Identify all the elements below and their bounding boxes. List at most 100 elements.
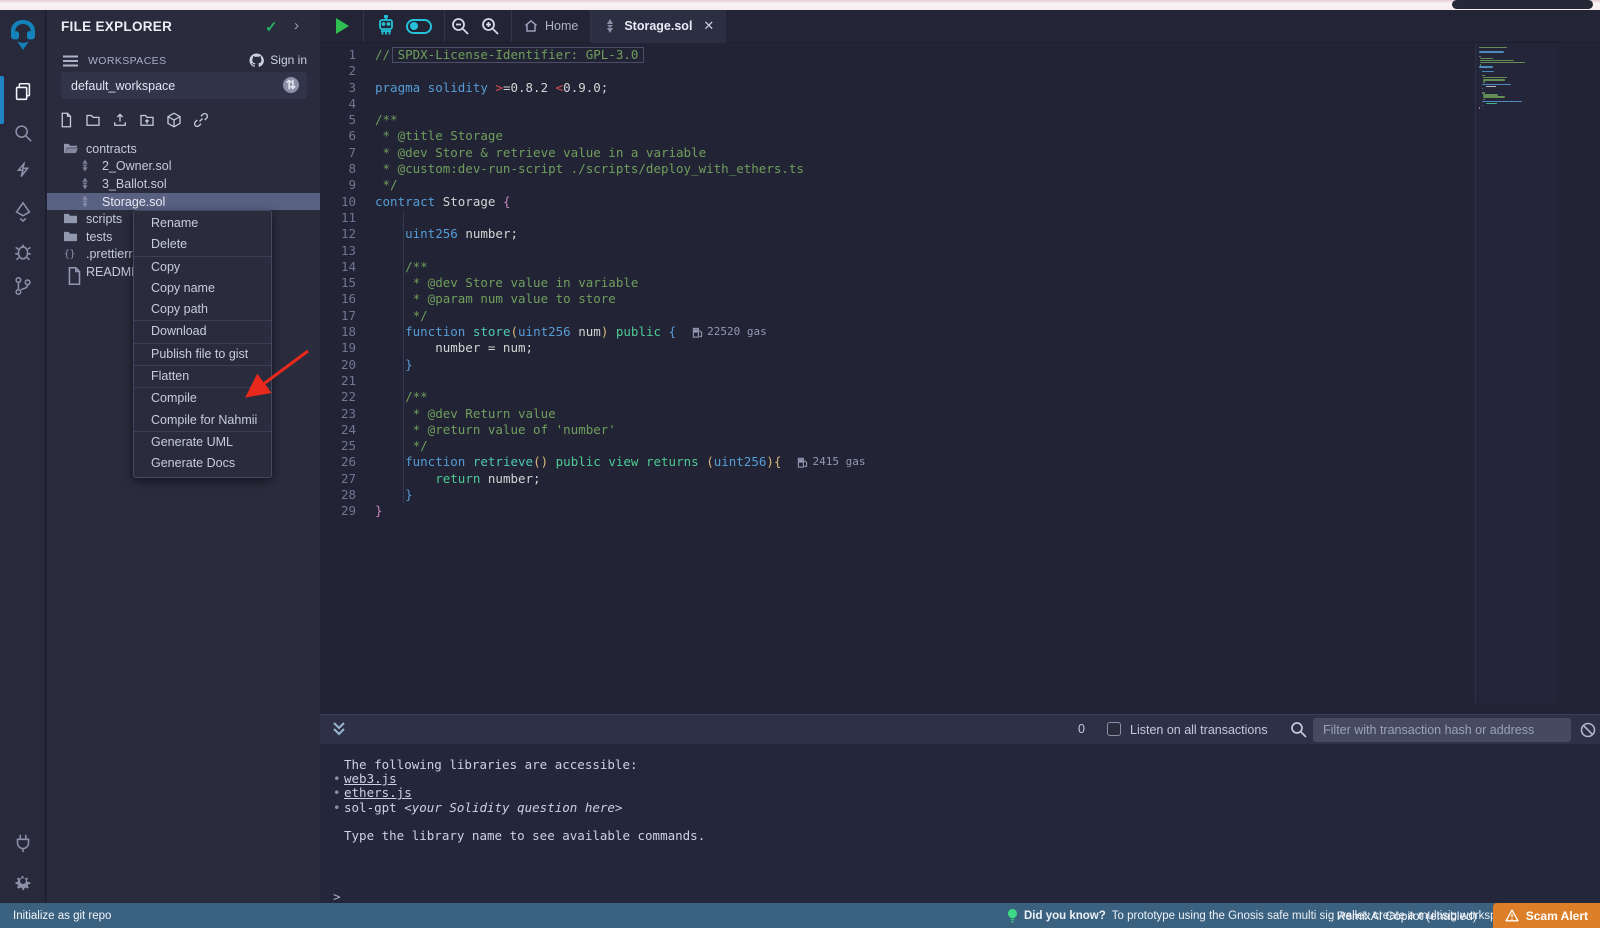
terminal-line: The following libraries are accessible: bbox=[333, 758, 1600, 772]
code-line-20: 20 } bbox=[320, 357, 1600, 373]
new-folder-icon[interactable] bbox=[84, 111, 102, 129]
rail-file-explorer-icon[interactable] bbox=[0, 76, 46, 108]
editor-minimap[interactable] bbox=[1475, 43, 1557, 703]
context-menu-generate-uml[interactable]: Generate UML bbox=[134, 432, 271, 453]
context-menu-delete[interactable]: Delete bbox=[134, 234, 271, 255]
line-number: 1 bbox=[320, 47, 375, 63]
copilot-status[interactable]: RemixAI Copilot (enabled) bbox=[1337, 909, 1477, 923]
sign-in-button[interactable]: Sign in bbox=[249, 53, 307, 67]
workspaces-label: WORKSPACES bbox=[88, 55, 166, 67]
code-line-15: 15 * @dev Store value in variable bbox=[320, 275, 1600, 291]
line-number: 16 bbox=[320, 291, 375, 307]
terminal-search-icon[interactable] bbox=[1290, 721, 1307, 738]
line-number: 15 bbox=[320, 275, 375, 291]
check-icon[interactable]: ✓ bbox=[265, 18, 278, 36]
tree-item-3-ballot-sol[interactable]: 3_Ballot.sol bbox=[47, 175, 320, 193]
code-line-27: 27 return number; bbox=[320, 471, 1600, 487]
new-file-icon[interactable] bbox=[57, 111, 75, 129]
code-line-28: 28 } bbox=[320, 487, 1600, 503]
context-menu-flatten[interactable]: Flatten bbox=[134, 366, 271, 387]
code-line-26: 26 function retrieve() public view retur… bbox=[320, 454, 1600, 470]
context-menu-compile[interactable]: Compile bbox=[134, 388, 271, 409]
zoom-out-icon[interactable] bbox=[450, 16, 470, 36]
remix-ai-robot-icon[interactable] bbox=[374, 15, 398, 37]
listen-all-transactions-checkbox[interactable] bbox=[1107, 722, 1121, 736]
warning-icon bbox=[1505, 909, 1519, 922]
tab-home[interactable]: Home bbox=[512, 10, 590, 43]
terminal-line: •sol-gpt <your Solidity question here> bbox=[333, 801, 1600, 815]
tree-item-contracts[interactable]: contracts bbox=[47, 140, 320, 158]
terminal-prompt[interactable]: > bbox=[333, 889, 341, 904]
workspace-selector[interactable]: default_workspace ⇅ bbox=[61, 72, 307, 99]
code-line-22: 22 /** bbox=[320, 389, 1600, 405]
rail-deploy-run-icon[interactable] bbox=[0, 196, 46, 228]
tree-item-storage-sol[interactable]: Storage.sol bbox=[47, 193, 320, 211]
terminal-link-ethers.js[interactable]: ethers.js bbox=[344, 785, 412, 800]
terminal-line: •ethers.js bbox=[333, 786, 1600, 800]
line-number: 25 bbox=[320, 438, 375, 454]
github-icon bbox=[249, 53, 264, 67]
close-tab-icon[interactable]: ✕ bbox=[703, 18, 714, 34]
code-editor[interactable]: 1// SPDX-License-Identifier: GPL-3.023pr… bbox=[320, 43, 1600, 714]
code-line-1: 1// SPDX-License-Identifier: GPL-3.0 bbox=[320, 47, 1600, 63]
line-number: 5 bbox=[320, 112, 375, 128]
scam-alert-button[interactable]: Scam Alert bbox=[1493, 903, 1600, 928]
line-number: 23 bbox=[320, 406, 375, 422]
context-menu-copy-path[interactable]: Copy path bbox=[134, 299, 271, 320]
line-number: 11 bbox=[320, 210, 375, 226]
rail-search-icon[interactable] bbox=[0, 117, 46, 149]
terminal-output[interactable]: The following libraries are accessible: •… bbox=[320, 744, 1600, 903]
rail-plugin-manager-icon[interactable] bbox=[0, 827, 46, 859]
gas-estimate-badge: 22520 gas bbox=[692, 324, 767, 340]
context-menu-copy-name[interactable]: Copy name bbox=[134, 278, 271, 299]
line-number: 4 bbox=[320, 96, 375, 112]
zoom-in-icon[interactable] bbox=[480, 16, 500, 36]
run-script-button[interactable] bbox=[336, 18, 349, 34]
lightbulb-icon bbox=[1007, 909, 1018, 923]
clear-console-icon[interactable] bbox=[1580, 722, 1596, 738]
line-number: 9 bbox=[320, 177, 375, 193]
code-line-2: 2 bbox=[320, 63, 1600, 79]
line-number: 19 bbox=[320, 340, 375, 356]
copilot-toggle[interactable] bbox=[406, 19, 432, 34]
tab-storage-sol[interactable]: Storage.sol ✕ bbox=[591, 10, 726, 43]
link-icon[interactable] bbox=[192, 111, 210, 129]
icon-rail bbox=[0, 10, 46, 903]
upload-folder-icon[interactable] bbox=[138, 111, 156, 129]
workspace-spinner-icon: ⇅ bbox=[283, 77, 299, 93]
rail-solidity-compiler-icon[interactable] bbox=[0, 156, 46, 188]
indent-guide bbox=[403, 211, 404, 503]
context-menu-generate-docs[interactable]: Generate Docs bbox=[134, 453, 271, 474]
terminal-link-web3.js[interactable]: web3.js bbox=[344, 771, 397, 786]
rail-debugger-icon[interactable] bbox=[0, 236, 46, 268]
tree-item-2-owner-sol[interactable]: 2_Owner.sol bbox=[47, 158, 320, 176]
rail-settings-icon[interactable] bbox=[0, 867, 46, 899]
code-line-12: 12 uint256 number; bbox=[320, 226, 1600, 242]
workspaces-row: WORKSPACES Sign in bbox=[47, 51, 320, 73]
code-line-6: 6 * @title Storage bbox=[320, 128, 1600, 144]
context-menu-download[interactable]: Download bbox=[134, 321, 271, 342]
line-number: 18 bbox=[320, 324, 375, 340]
rail-git-icon[interactable] bbox=[0, 270, 46, 302]
expand-terminal-icon[interactable] bbox=[332, 721, 346, 737]
hamburger-menu-icon[interactable] bbox=[63, 55, 78, 67]
solidity-file-icon bbox=[603, 19, 617, 33]
context-menu-compile-for-nahmii[interactable]: Compile for Nahmii bbox=[134, 410, 271, 431]
chevron-right-icon[interactable]: › bbox=[294, 17, 299, 34]
context-menu-rename[interactable]: Rename bbox=[134, 213, 271, 234]
git-init-button[interactable]: Initialize as git repo bbox=[13, 910, 111, 922]
line-number: 17 bbox=[320, 308, 375, 324]
context-menu-copy[interactable]: Copy bbox=[134, 257, 271, 278]
remix-logo-icon[interactable] bbox=[7, 18, 39, 52]
file-context-menu: RenameDeleteCopyCopy nameCopy pathDownlo… bbox=[133, 210, 272, 478]
transaction-count-badge: 0 bbox=[1078, 722, 1085, 736]
upload-file-icon[interactable] bbox=[111, 111, 129, 129]
line-number: 22 bbox=[320, 389, 375, 405]
line-number: 13 bbox=[320, 243, 375, 259]
cube-icon[interactable] bbox=[165, 111, 183, 129]
line-number: 12 bbox=[320, 226, 375, 242]
code-line-10: 10contract Storage { bbox=[320, 194, 1600, 210]
transaction-filter-input[interactable] bbox=[1313, 718, 1571, 742]
context-menu-publish-file-to-gist[interactable]: Publish file to gist bbox=[134, 344, 271, 365]
code-line-7: 7 * @dev Store & retrieve value in a var… bbox=[320, 145, 1600, 161]
